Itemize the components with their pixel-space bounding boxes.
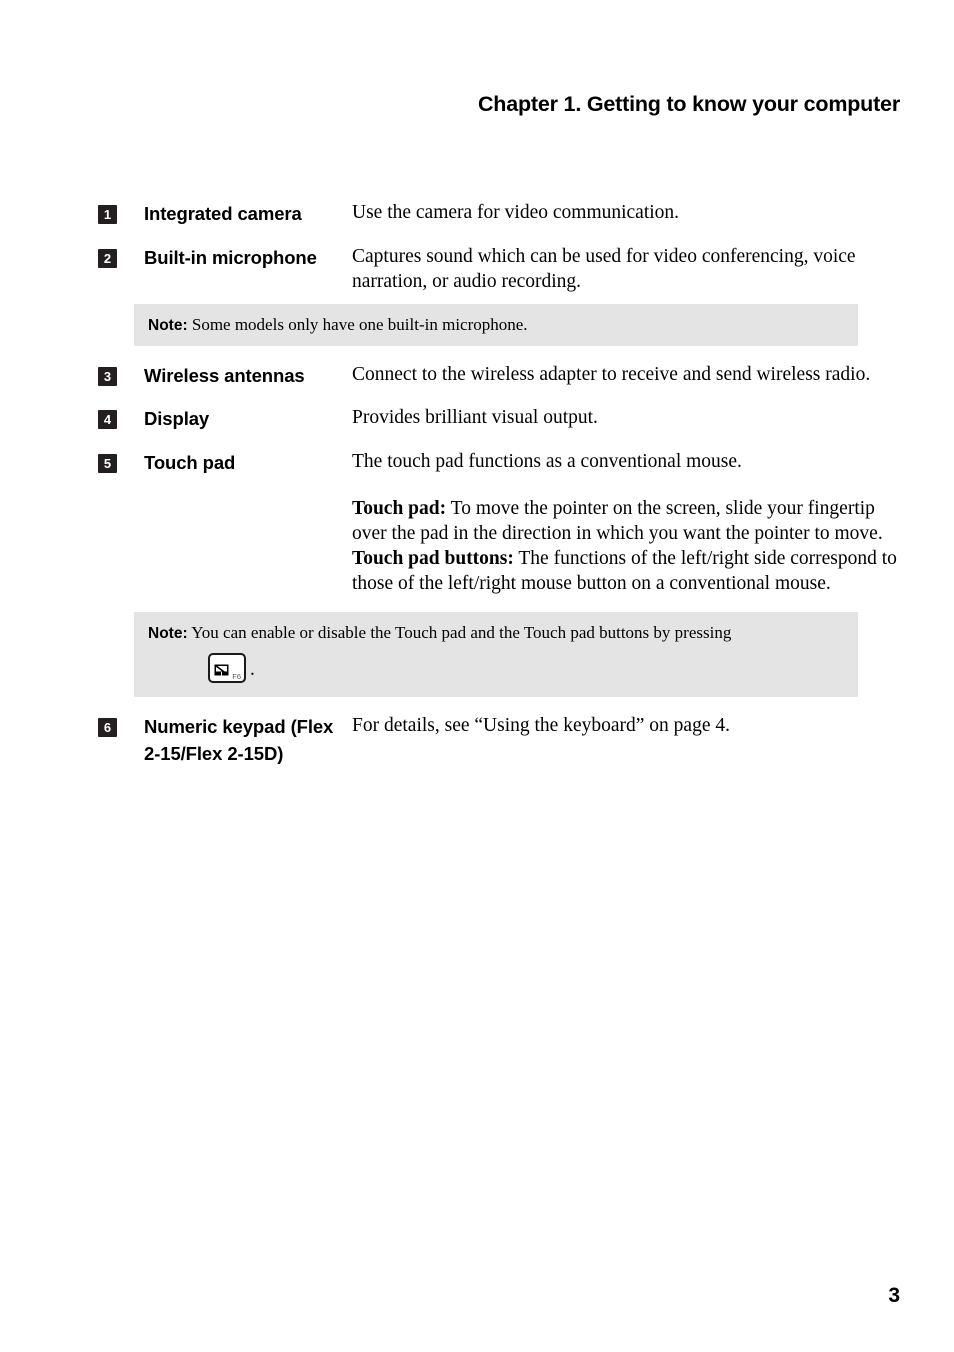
feature-description: For details, see “Using the keyboard” on… [352,713,898,738]
touch-pad-lead: Touch pad: [352,497,447,519]
touch-pad-buttons-detail-paragraph: Touch pad buttons: The functions of the … [352,546,898,596]
feature-label: Numeric keypad (Flex 2-15/Flex 2-15D) [144,715,334,765]
feature-description: Captures sound which can be used for vid… [352,244,898,294]
feature-description: The touch pad functions as a conventiona… [352,449,898,596]
feature-label: Built-in microphone [144,246,317,268]
callout-number-badge: 4 [98,410,117,429]
callout-number-badge: 2 [98,248,117,268]
feature-label: Wireless antennas [144,364,305,386]
feature-description-text: Connect to the wireless adapter to recei… [352,363,871,385]
feature-label: Integrated camera [144,203,302,224]
note-label: Note: [148,316,188,334]
touchpad-disabled-icon [214,659,229,675]
touch-pad-detail-paragraph: Touch pad: To move the pointer on the sc… [352,496,898,546]
feature-description: Connect to the wireless adapter to recei… [352,362,898,387]
callout-number-badge: 6 [98,717,117,737]
note-label: Note: [148,624,188,642]
touch-pad-detail-block: Touch pad: To move the pointer on the sc… [352,496,898,596]
badge-cell: 4 [98,405,144,429]
feature-row: 5 Touch pad The touch pad functions as a… [98,449,898,596]
feature-description-text: Captures sound which can be used for vid… [352,245,856,292]
feature-row: 6 Numeric keypad (Flex 2-15/Flex 2-15D) … [98,713,898,768]
note-box: Note: Some models only have one built-in… [134,303,858,346]
note-text: You can enable or disable the Touch pad … [187,622,732,642]
badge-cell: 5 [98,449,144,473]
feature-description: Provides brilliant visual output. [352,405,898,430]
touch-pad-buttons-lead: Touch pad buttons: [352,547,514,569]
feature-label: Display [144,408,210,429]
badge-cell: 6 [98,713,144,737]
feature-description-text: Use the camera for video communication. [352,202,680,223]
feature-row: 4 Display Provides brilliant visual outp… [98,405,898,433]
callout-number-badge: 3 [98,366,117,386]
page-header: Chapter 1. Getting to know your computer [0,92,900,117]
page-number: 3 [888,1284,900,1307]
note-box: Note: You can enable or disable the Touc… [134,611,858,697]
badge-cell: 1 [98,200,144,224]
callout-number-badge: 5 [98,453,117,473]
feature-row: 1 Integrated camera Use the camera for v… [98,200,898,228]
feature-description-text: The touch pad functions as a conventiona… [352,450,742,472]
callout-number-badge: 1 [98,205,117,224]
content-column: 1 Integrated camera Use the camera for v… [98,200,898,784]
feature-description: Use the camera for video communication. [352,200,898,225]
feature-description-text: For details, see “Using the keyboard” on… [352,714,730,736]
note-trailing-punctuation: . [250,658,255,680]
key-function-label: F6 [232,671,241,681]
badge-cell: 2 [98,244,144,268]
f6-key-cap: F6 [208,652,246,683]
badge-cell: 3 [98,362,144,386]
note-text: Some models only have one built-in micro… [187,314,528,334]
feature-row: 2 Built-in microphone Captures sound whi… [98,244,898,294]
feature-description-text: Provides brilliant visual output. [352,407,598,428]
chapter-title: Chapter 1. Getting to know your computer [477,92,900,116]
key-reference-line: F6 . [208,652,844,683]
feature-row: 3 Wireless antennas Connect to the wirel… [98,362,898,390]
feature-label: Touch pad [144,451,236,473]
